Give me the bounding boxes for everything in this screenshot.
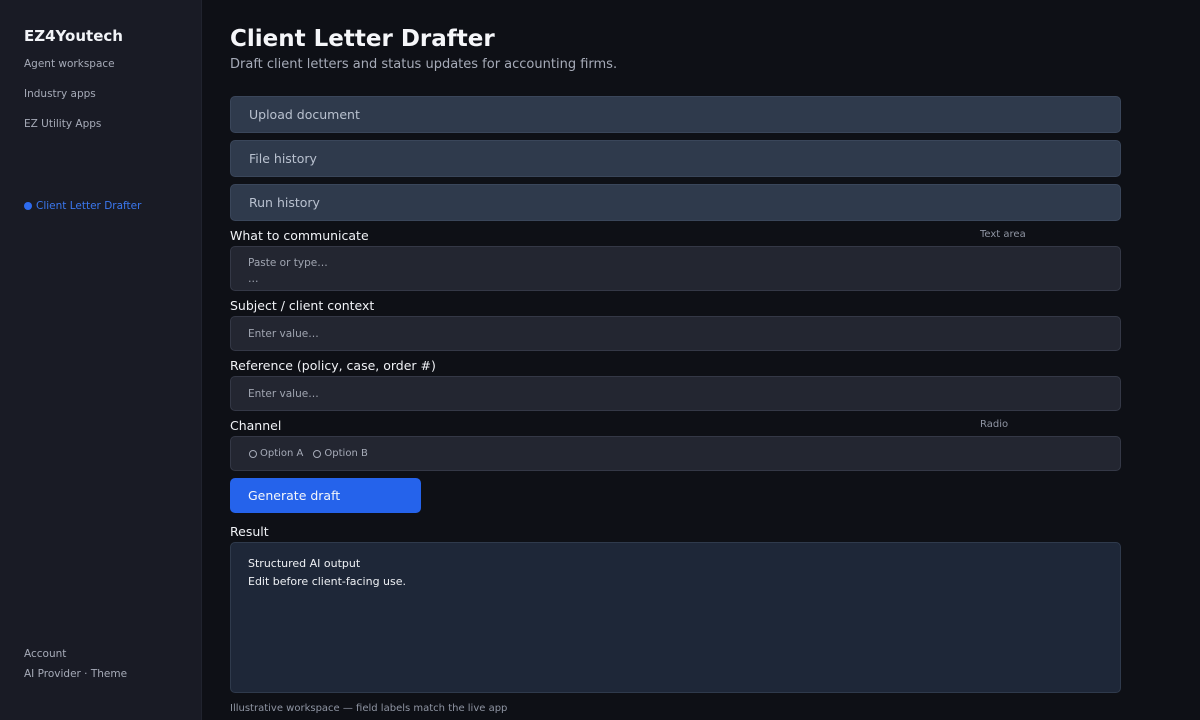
- subject-label: Subject / client context: [230, 298, 375, 313]
- subject-input-box: [230, 316, 1121, 351]
- page-title: Client Letter Drafter: [230, 26, 495, 52]
- result-output-box: Structured AI output Edit before client-…: [230, 542, 1121, 693]
- file-history-section[interactable]: File history: [230, 140, 1121, 177]
- communicate-textarea-box: [230, 246, 1121, 291]
- channel-option-b-label: Option B: [324, 448, 368, 459]
- ai-provider-theme-link[interactable]: AI Provider · Theme: [24, 668, 127, 680]
- subject-input[interactable]: [231, 317, 1120, 350]
- nav-active-label: Client Letter Drafter: [36, 200, 142, 212]
- generate-draft-button[interactable]: Generate draft: [230, 478, 421, 513]
- channel-option-b[interactable]: Option B: [313, 448, 368, 459]
- radio-circle-icon: [249, 449, 257, 458]
- result-label: Result: [230, 524, 269, 539]
- brand-logo-text[interactable]: EZ4Youtech: [24, 27, 123, 45]
- channel-type-hint: Radio: [980, 419, 1009, 430]
- nav-item-agent-workspace[interactable]: Agent workspace: [24, 58, 115, 70]
- radio-circle-icon: [313, 449, 322, 458]
- nav-item-client-letter-drafter[interactable]: Client Letter Drafter: [24, 200, 141, 212]
- result-line-1: Structured AI output: [248, 557, 361, 570]
- channel-option-a[interactable]: Option A: [249, 448, 303, 459]
- active-dot-icon: [24, 202, 32, 210]
- footnote: Illustrative workspace — field labels ma…: [230, 703, 508, 714]
- communicate-label: What to communicate: [230, 228, 369, 243]
- result-line-2: Edit before client-facing use.: [248, 575, 407, 588]
- account-link[interactable]: Account: [24, 648, 66, 660]
- nav-item-industry-apps[interactable]: Industry apps: [24, 88, 96, 100]
- upload-document-section[interactable]: Upload document: [230, 96, 1121, 133]
- reference-input-box: [230, 376, 1121, 411]
- channel-label: Channel: [230, 418, 282, 433]
- communicate-type-hint: Text area: [980, 229, 1026, 240]
- run-history-section[interactable]: Run history: [230, 184, 1121, 221]
- sidebar: EZ4Youtech Agent workspace Industry apps…: [0, 0, 202, 720]
- page-subtitle: Draft client letters and status updates …: [230, 57, 618, 72]
- reference-label: Reference (policy, case, order #): [230, 358, 436, 373]
- channel-radio-group: Option A Option B: [230, 436, 1121, 471]
- nav-item-ez-utility-apps[interactable]: EZ Utility Apps: [24, 118, 101, 130]
- reference-input[interactable]: [231, 377, 1120, 410]
- channel-option-a-label: Option A: [260, 448, 304, 459]
- communicate-textarea[interactable]: [231, 247, 1120, 290]
